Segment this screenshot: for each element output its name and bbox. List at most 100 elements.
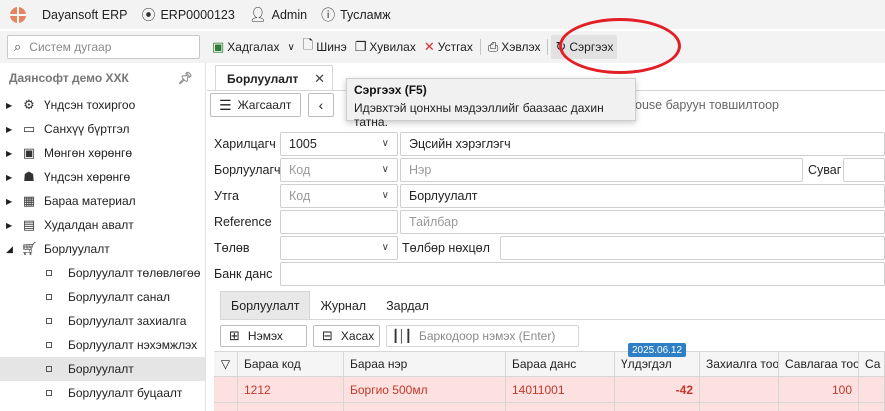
database-selector[interactable]: ⦿ ERP0000123 <box>141 5 234 25</box>
document-tab[interactable]: Борлуулалт ✕ <box>215 65 333 91</box>
sidebar-item-sales-return[interactable]: Борлуулалт буцаалт <box>0 381 205 405</box>
sidebar-header: Даянсофт демо ХХК 📌︎ <box>0 63 205 93</box>
table-row[interactable]: 1021 БОРГИО 500МЛ 14011001 -136 100 <box>214 403 885 411</box>
copy-icon: ❐ <box>354 39 367 54</box>
sidebar-item-label: Борлуулалт санал <box>68 290 171 304</box>
node-icon <box>46 318 52 324</box>
payment-terms-select[interactable] <box>500 236 885 260</box>
delete-button[interactable]: ✕ Устгах <box>420 35 477 59</box>
tab-sales[interactable]: Борлуулалт <box>220 291 311 320</box>
sidebar-item-cash[interactable]: ▶ ▣ Мөнгөн хөрөнгө <box>0 141 205 165</box>
channel-field[interactable] <box>843 158 885 182</box>
expand-arrow-icon[interactable]: ▶ <box>6 125 14 134</box>
delete-icon: ✕ <box>423 39 435 54</box>
sidebar-item-label: Худалдан авалт <box>44 218 134 232</box>
database-icon: ⦿ <box>141 6 156 23</box>
barcode-placeholder: Баркодоор нэмэх (Enter) <box>418 329 556 343</box>
table-cell[interactable] <box>859 403 885 411</box>
copy-button[interactable]: ❐ Хувилах <box>351 35 420 59</box>
save-button[interactable]: ▣ Хадгалах <box>208 35 283 59</box>
expand-arrow-icon[interactable]: ▶ <box>6 101 14 110</box>
app-name: Dayansoft ERP <box>42 7 128 22</box>
expand-arrow-icon[interactable]: ▶ <box>6 221 14 230</box>
filter-icon[interactable]: ▽ <box>214 352 238 376</box>
customer-code-select[interactable]: 1005 ∨ <box>280 132 398 156</box>
user-name: Admin <box>271 7 308 22</box>
sidebar-item-fixed-assets[interactable]: ▶ ☗ Үндсэн хөрөнгө <box>0 165 205 189</box>
column-header[interactable]: Бараа нэр <box>344 352 506 376</box>
table-row[interactable]: 1212 Боргио 500мл 14011001 -42 100 <box>214 377 885 403</box>
warehouse-name-value: Борлуулалт <box>409 189 478 203</box>
table-cell[interactable] <box>859 377 885 402</box>
user-menu[interactable]: 👤︎ Admin <box>249 6 307 23</box>
table-cell[interactable]: 100 <box>779 403 859 411</box>
remove-row-button[interactable]: ⊟ Хасах <box>313 325 380 347</box>
tab-expense[interactable]: Зардал <box>376 291 439 320</box>
column-header[interactable]: Са <box>859 352 885 376</box>
table-cell[interactable] <box>700 377 779 402</box>
expand-arrow-icon[interactable]: ▶ <box>6 149 14 158</box>
save-dropdown-button[interactable]: ∨ <box>283 35 298 59</box>
table-cell[interactable]: 14011001 <box>506 377 615 402</box>
note-field[interactable]: Тайлбар <box>400 210 885 234</box>
table-cell[interactable] <box>700 403 779 411</box>
seller-label: Борлуулагч <box>214 163 281 177</box>
table-cell[interactable]: 1212 <box>238 377 344 402</box>
customer-name-field[interactable]: Эцсийн хэрэглэгч <box>400 132 885 156</box>
table-cell[interactable]: 1021 <box>238 403 344 411</box>
bank-account-field[interactable] <box>280 262 885 286</box>
system-number-search[interactable]: ⌕ <box>7 35 200 59</box>
sidebar-item-general-settings[interactable]: ▶ ⚙ Үндсэн тохиргоо <box>0 93 205 117</box>
search-input[interactable] <box>29 40 180 54</box>
list-button[interactable]: ☰ Жагсаалт <box>210 93 301 117</box>
sidebar-item-inventory[interactable]: ▶ ▦ Бараа материал <box>0 189 205 213</box>
print-button[interactable]: ⎙ Хэвлэх <box>484 35 545 59</box>
sidebar-item-label: Үндсэн хөрөнгө <box>44 170 131 184</box>
table-cell[interactable]: -136 <box>615 403 700 411</box>
sidebar-item-sales[interactable]: ◢ 🛒︎ Борлуулалт <box>0 237 205 261</box>
remove-row-label: Хасах <box>340 329 375 343</box>
sidebar-item-label: Үндсэн тохиргоо <box>44 98 136 112</box>
add-row-button[interactable]: ⊞ Нэмэх <box>220 325 307 347</box>
close-icon[interactable]: ✕ <box>314 71 325 87</box>
table-cell[interactable]: 100 <box>779 377 859 402</box>
sidebar-item-sales-plan[interactable]: Борлуулалт төлөвлөгөө <box>0 261 205 285</box>
warehouse-code-select[interactable]: Код ∨ <box>280 184 398 208</box>
previous-button[interactable]: ‹ <box>308 93 334 117</box>
column-header[interactable]: Савлагаа тоо <box>779 352 859 376</box>
refresh-button[interactable]: ↻ Сэргээх <box>551 35 618 59</box>
barcode-input[interactable]: ┃│┃ Баркодоор нэмэх (Enter) <box>386 325 579 347</box>
sidebar-item-sales-offer[interactable]: Борлуулалт санал <box>0 285 205 309</box>
sidebar-item-accounting[interactable]: ▶ ▭ Санхүү бүртгэл <box>0 117 205 141</box>
table-cell[interactable]: БОРГИО 500МЛ <box>344 403 506 411</box>
user-icon: 👤︎ <box>248 6 267 22</box>
sidebar-item-purchase[interactable]: ▶ ▤ Худалдан авалт <box>0 213 205 237</box>
sidebar-item-label: Санхүү бүртгэл <box>44 122 130 136</box>
sidebar-item-label: Борлуулалт нэхэмжлэх <box>68 338 198 352</box>
pin-icon[interactable]: 📌︎ <box>178 71 193 85</box>
column-header[interactable]: Захиалга тоо <box>700 352 779 376</box>
column-header[interactable]: Бараа данс <box>506 352 615 376</box>
table-cell[interactable]: -42 <box>615 377 700 402</box>
help-button[interactable]: ⓘ Тусламж <box>321 5 391 25</box>
expand-arrow-icon[interactable]: ▶ <box>6 173 14 182</box>
toolbar-divider <box>479 39 481 55</box>
warehouse-name-field[interactable]: Борлуулалт <box>400 184 885 208</box>
column-header[interactable]: Бараа код <box>238 352 344 376</box>
reference-field[interactable] <box>280 210 398 234</box>
sidebar-item-sales-invoice[interactable]: Борлуулалт нэхэмжлэх <box>0 333 205 357</box>
table-cell[interactable]: Боргио 500мл <box>344 377 506 402</box>
table-cell[interactable]: 14011001 <box>506 403 615 411</box>
barcode-icon: ┃│┃ <box>392 329 412 343</box>
new-button[interactable]: 🗋︎ Шинэ <box>299 35 351 59</box>
sidebar-item-sales-document[interactable]: Борлуулалт <box>0 357 205 381</box>
collapse-arrow-icon[interactable]: ◢ <box>6 244 14 255</box>
status-select[interactable]: ∨ <box>280 236 398 260</box>
expand-arrow-icon[interactable]: ▶ <box>6 197 14 206</box>
seller-code-select[interactable]: Код ∨ <box>280 158 398 182</box>
chevron-down-icon: ∨ <box>381 138 389 149</box>
sidebar-item-sales-order[interactable]: Борлуулалт захиалга <box>0 309 205 333</box>
seller-name-field[interactable]: Нэр <box>400 158 803 182</box>
help-label: Тусламж <box>340 7 391 22</box>
tab-journal[interactable]: Журнал <box>310 291 376 320</box>
